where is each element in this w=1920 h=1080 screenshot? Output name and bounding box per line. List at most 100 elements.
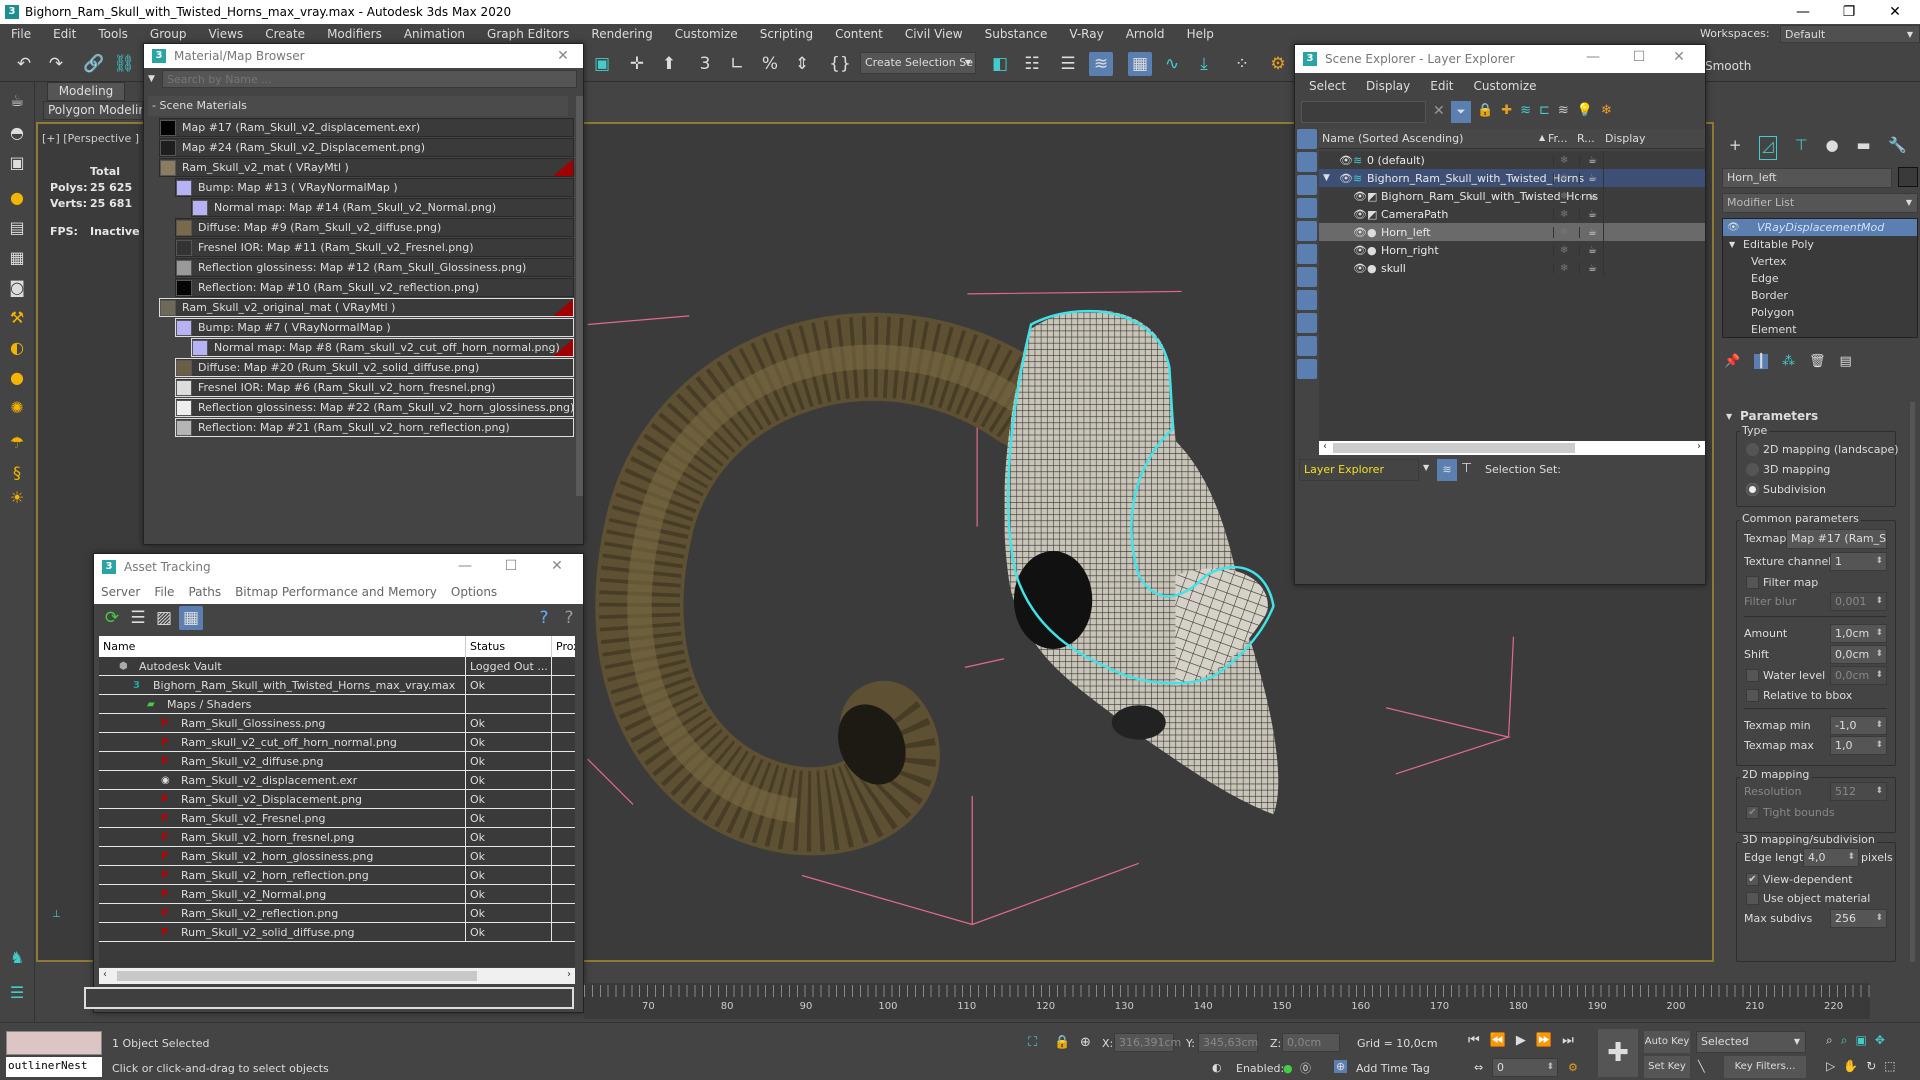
material-list-item[interactable]: Bump: Map #13 ( VRayNormalMap ) (175, 178, 574, 197)
menu-modifiers[interactable]: Modifiers (316, 27, 393, 41)
radio-2d-mapping[interactable] (1746, 443, 1759, 456)
scroll-left-icon[interactable]: ‹ (1323, 441, 1327, 452)
asset-menu-paths[interactable]: Paths (181, 585, 228, 599)
isolate-selection-icon[interactable]: ⛶ (1028, 1035, 1037, 1050)
close-button[interactable]: ✕ (1872, 0, 1918, 24)
menu-edit[interactable]: Edit (42, 27, 87, 41)
select-link-icon[interactable]: ▣ (590, 52, 614, 76)
modifier-list-dropdown[interactable]: Modifier List ▼ (1722, 193, 1918, 213)
orbit-icon[interactable]: ↻ (1866, 1059, 1876, 1073)
radio-3d-mapping-label[interactable]: 3D mapping (1763, 463, 1830, 476)
renderable-teapot-icon[interactable]: ☕ (1579, 154, 1597, 166)
texmap-max-spinner[interactable]: 1,0 (1830, 736, 1887, 755)
asset-row[interactable]: P Ram_Skull_Glossiness.png Ok (99, 714, 575, 733)
menu-create[interactable]: Create (254, 27, 316, 41)
filter-geometry-icon[interactable] (1297, 129, 1317, 149)
field-of-view-icon[interactable]: ▷ (1826, 1059, 1835, 1073)
menu-scripting[interactable]: Scripting (749, 27, 824, 41)
set-key-icon[interactable]: ✚ (1598, 1029, 1638, 1077)
menu-group[interactable]: Group (139, 27, 198, 41)
water-level-checkbox[interactable] (1746, 669, 1759, 682)
asset-menu-server[interactable]: Server (94, 585, 147, 599)
menu-file[interactable]: File (0, 27, 42, 41)
column-header-name[interactable]: Name (Sorted Ascending) (1322, 132, 1463, 145)
material-list-item[interactable]: Ram_Skull_v2_original_mat ( VRayMtl ) (159, 298, 574, 317)
asset-row[interactable]: P Ram_Skull_v2_horn_reflection.png Ok (99, 866, 575, 885)
column-header-frozen[interactable]: Fr... (1548, 132, 1568, 145)
material-list-item[interactable]: Diffuse: Map #20 (Rum_Skull_v2_solid_dif… (175, 358, 574, 377)
column-header-name[interactable]: Name (103, 640, 135, 653)
configure-sets-icon[interactable]: ▤ (1840, 354, 1852, 369)
maximize-button[interactable]: ☐ (491, 554, 531, 578)
renderable-teapot-icon[interactable]: ☕ (1579, 244, 1597, 256)
menu-rendering[interactable]: Rendering (580, 27, 663, 41)
x-coordinate-field[interactable]: 316,391cm (1114, 1033, 1181, 1052)
menu-v-ray[interactable]: V-Ray (1058, 27, 1114, 41)
max-subdivs-spinner[interactable]: 256 (1830, 909, 1887, 928)
go-to-end-icon[interactable]: ⏭ (1562, 1033, 1574, 1048)
enabled-indicator-icon[interactable]: ● (1283, 1062, 1293, 1075)
motion-tab-icon[interactable]: ● (1825, 136, 1838, 160)
explorer-menu-edit[interactable]: Edit (1420, 79, 1463, 93)
frozen-icon[interactable]: ❄ (1553, 244, 1568, 256)
menu-content[interactable]: Content (824, 27, 894, 41)
light-bulb-icon[interactable]: 💡 (1577, 103, 1593, 118)
restore-button[interactable]: ❐ (1826, 0, 1872, 24)
frozen-icon[interactable]: ❄ (1553, 154, 1568, 166)
material-list-item[interactable]: Fresnel IOR: Map #6 (Ram_Skull_v2_horn_f… (175, 378, 574, 397)
list-icon[interactable]: ☰ (6, 982, 28, 1004)
adaptive-degradation-icon[interactable]: ◐ (1212, 1061, 1222, 1074)
asset-row[interactable]: ⬢ Autodesk Vault Logged Out ... (99, 657, 575, 676)
play-icon[interactable]: ▶ (1516, 1033, 1526, 1048)
filter-particles-icon[interactable] (1297, 359, 1317, 379)
visibility-eye-icon[interactable]: 👁 (1353, 262, 1367, 275)
unlink-icon[interactable]: ⛓ (112, 52, 136, 76)
render-setup-icon[interactable]: ⚙ (1266, 52, 1290, 76)
zoom-icon[interactable]: ⌕ (1826, 1033, 1833, 1048)
teapot-icon[interactable]: ☕ (6, 90, 28, 112)
tight-bounds-label[interactable]: Tight bounds (1763, 806, 1835, 819)
freeze-icon[interactable]: ❄ (1601, 103, 1612, 118)
filter-bones-icon[interactable] (1297, 313, 1317, 333)
close-button[interactable]: ✕ (537, 554, 577, 578)
modifier-toggle-eye-icon[interactable]: 👁 (1727, 222, 1740, 233)
mirror-icon[interactable]: ◧ (988, 52, 1012, 76)
zoom-extents-all-icon[interactable]: ✥ (1875, 1033, 1885, 1048)
place-icon[interactable]: ⬆ (657, 52, 681, 76)
filter-containers-icon[interactable] (1297, 336, 1317, 356)
absolute-mode-icon[interactable]: ⊕ (1080, 1035, 1091, 1050)
command-panel-scrollbar[interactable] (1910, 402, 1915, 962)
modifier-stack-item[interactable]: Edge (1723, 270, 1917, 287)
radio-2d-mapping-label[interactable]: 2D mapping (landscape) (1763, 443, 1899, 456)
modifier-stack-item[interactable]: 👁 VRayDisplacementMod (1723, 219, 1917, 236)
show-end-result-icon[interactable]: ┃ (1754, 354, 1769, 369)
asset-menu-file[interactable]: File (147, 585, 181, 599)
object-name-field[interactable]: Horn_left (1722, 168, 1892, 188)
amount-spinner[interactable]: 1,0cm (1830, 624, 1887, 643)
walk-icon[interactable]: ♞ (6, 947, 28, 969)
asset-row[interactable]: P Ram_Skull_v2_Normal.png Ok (99, 885, 575, 904)
percent-snap-icon[interactable]: % (758, 52, 782, 76)
visibility-eye-icon[interactable]: 👁 (1353, 208, 1367, 221)
texture-channel-spinner[interactable]: 1 (1830, 552, 1887, 571)
next-frame-icon[interactable]: ⏩ (1536, 1033, 1552, 1048)
edit-named-selection-icon[interactable]: {} (828, 52, 852, 76)
ribbon-panel-polygon-modeling[interactable]: Polygon Modelin (43, 101, 143, 120)
column-header-renderable[interactable]: R... (1577, 132, 1595, 145)
layer-explorer-toggle-icon[interactable]: ≋ (1089, 52, 1113, 76)
asset-row[interactable]: P Ram_Skull_v2_horn_glossiness.png Ok (99, 847, 575, 866)
asset-row[interactable]: P Ram_Skull_v2_diffuse.png Ok (99, 752, 575, 771)
edge-length-spinner[interactable]: 4,0 (1803, 848, 1859, 867)
asset-row[interactable]: P Ram_skull_v2_cut_off_horn_normal.png Ok (99, 733, 575, 752)
modify-tab-icon[interactable]: ◿ (1759, 136, 1777, 160)
chevron-down-icon[interactable]: ▼ (1423, 463, 1429, 472)
z-coordinate-field[interactable]: 0,0cm (1282, 1033, 1340, 1052)
redo-icon[interactable]: ↷ (44, 52, 68, 76)
create-tab-icon[interactable]: + (1729, 136, 1742, 160)
asset-row[interactable]: 3 Bighorn_Ram_Skull_with_Twisted_Horns_ma… (99, 676, 575, 695)
filter-space-warps-icon[interactable] (1297, 244, 1317, 264)
menu-arnold[interactable]: Arnold (1115, 27, 1176, 41)
utilities-tab-icon[interactable]: 🔧 (1888, 136, 1907, 160)
filter-hierarchy-icon[interactable] (1297, 497, 1317, 517)
selection-lock-icon[interactable]: 🔒 (1054, 1035, 1070, 1050)
